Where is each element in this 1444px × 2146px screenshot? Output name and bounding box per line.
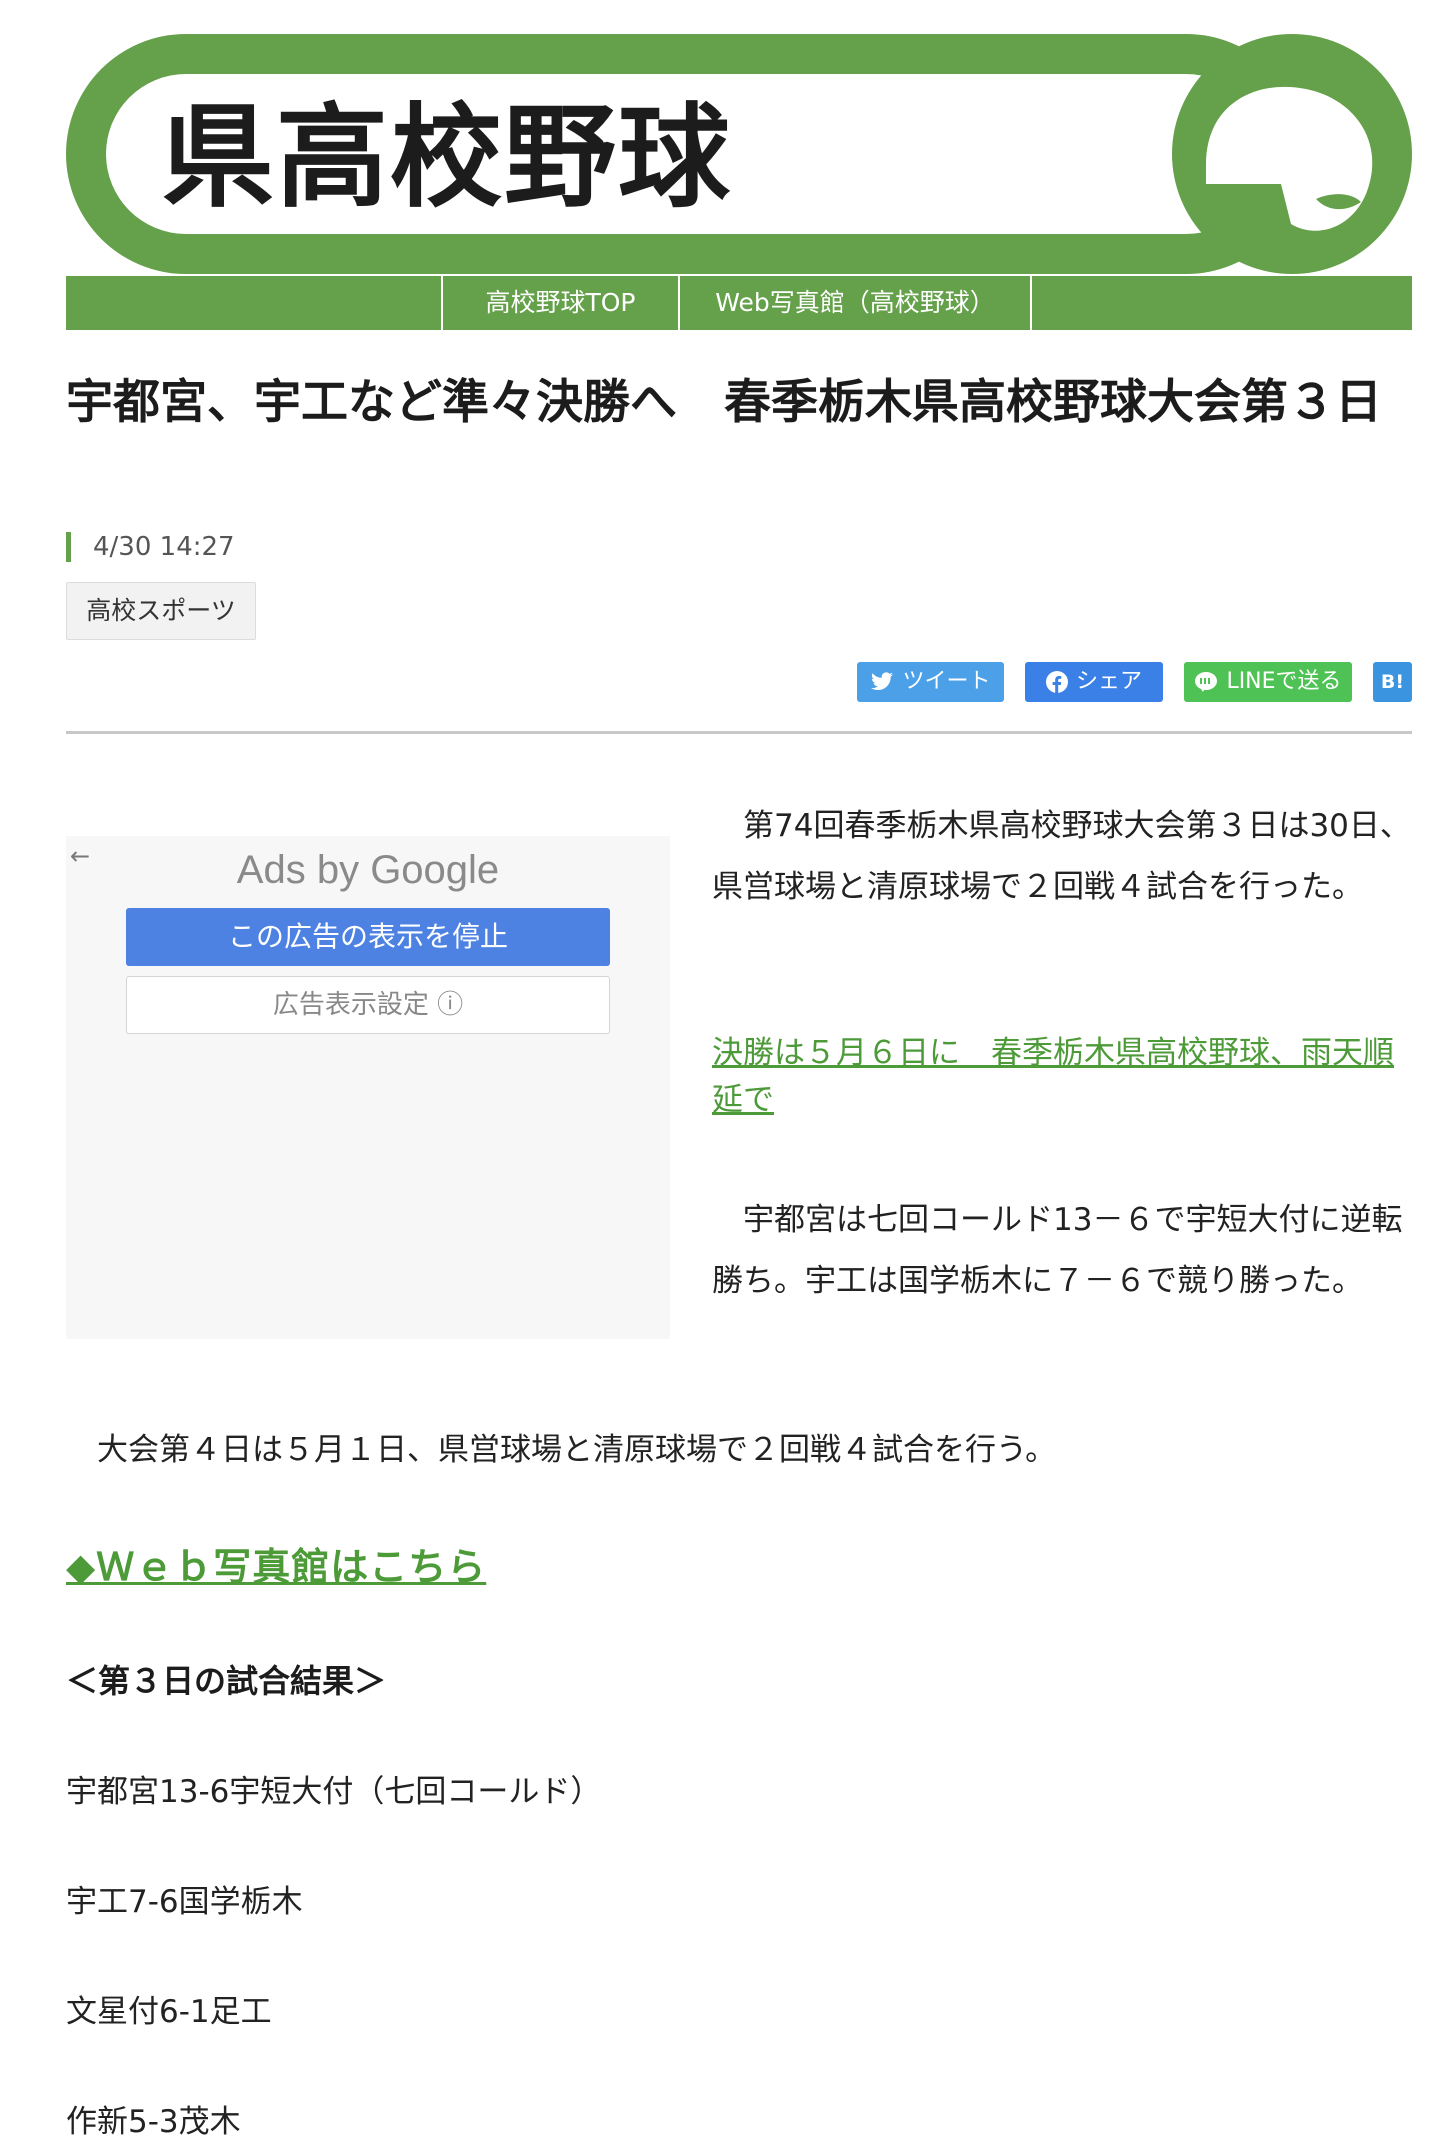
- line-share-button[interactable]: LINEで送る: [1184, 662, 1352, 702]
- result-item: 作新5-3茂木: [66, 2104, 241, 2140]
- facebook-icon: [1045, 671, 1068, 693]
- ad-settings-button[interactable]: 広告表示設定 ⓘ: [126, 976, 610, 1034]
- hatena-bookmark-button[interactable]: B!: [1373, 662, 1412, 702]
- ads-by-google-label: Ads by Google: [236, 848, 500, 892]
- banner-title: 県高校野球: [162, 93, 732, 223]
- article-timestamp: 4/30 14:27: [66, 532, 235, 562]
- line-share-label: LINEで送る: [1226, 669, 1342, 694]
- stop-ad-button[interactable]: この広告の表示を停止: [126, 908, 610, 966]
- site-banner[interactable]: 県高校野球: [66, 34, 1412, 274]
- results-heading: ＜第３日の試合結果＞: [66, 1662, 387, 1700]
- twitter-icon: [871, 672, 894, 691]
- article-title: 宇都宮、宇工など準々決勝へ 春季栃木県高校野球大会第３日: [66, 375, 1382, 430]
- header-divider: [66, 731, 1412, 734]
- article-paragraph-3: 大会第４日は５月１日、県営球場と清原球場で２回戦４試合を行う。: [66, 1432, 1057, 1468]
- facebook-share-button[interactable]: シェア: [1025, 662, 1163, 702]
- ad-container: ← Ads by Google この広告の表示を停止 広告表示設定 ⓘ: [66, 836, 670, 1339]
- facebook-share-label: シェア: [1075, 669, 1142, 694]
- article-paragraph-2: 宇都宮は七回コールド13－６で宇短大付に逆転勝ち。宇工は国学栃木に７－６で競り勝…: [712, 1202, 1403, 1299]
- nav-item-baseball-top[interactable]: 高校野球TOP: [441, 276, 678, 330]
- result-item: 文星付6-1足工: [66, 1994, 272, 2030]
- result-item: 宇工7-6国学栃木: [66, 1884, 303, 1920]
- main-nav: 高校野球TOP Web写真館（高校野球）: [66, 276, 1412, 330]
- nav-item-web-photo[interactable]: Web写真館（高校野球）: [678, 276, 1032, 330]
- tweet-label: ツイート: [902, 669, 991, 694]
- article-paragraph-1: 第74回春季栃木県高校野球大会第３日は30日、県営球場と清原球場で２回戦４試合を…: [712, 808, 1411, 905]
- result-item: 宇都宮13-6宇短大付（七回コールド）: [66, 1774, 602, 1810]
- tweet-button[interactable]: ツイート: [857, 662, 1004, 702]
- category-tag[interactable]: 高校スポーツ: [66, 582, 256, 640]
- related-article-link[interactable]: 決勝は５月６日に 春季栃木県高校野球、雨天順延で: [712, 1030, 1412, 1124]
- line-icon: [1195, 672, 1218, 692]
- web-photo-gallery-link[interactable]: ◆Ｗｅｂ写真館はこちら: [66, 1536, 486, 1591]
